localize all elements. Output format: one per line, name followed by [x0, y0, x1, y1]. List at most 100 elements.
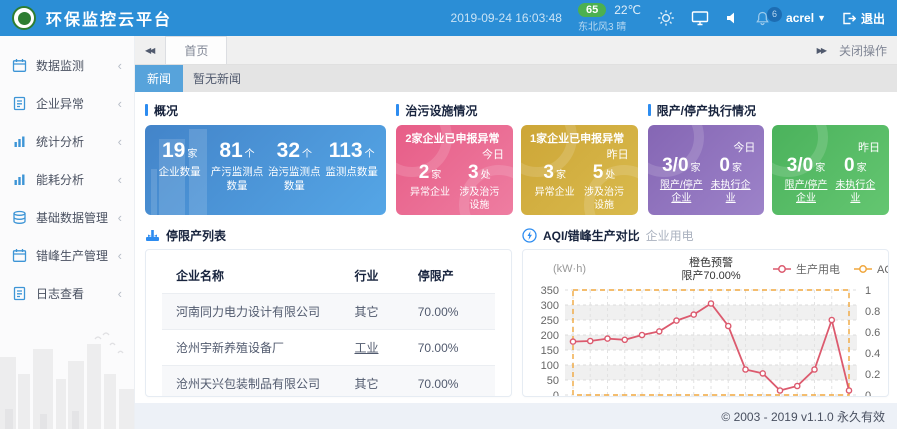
document-icon: [12, 96, 27, 111]
stat-enterprise-count: 19家 企业数量: [151, 139, 208, 180]
scroll-tabs-left-icon[interactable]: ◀◀: [145, 46, 153, 55]
table-row[interactable]: 沧州天兴包装制品有限公司 其它 70.00%: [162, 366, 495, 398]
chart-annotation: 橙色预警: [689, 255, 733, 269]
database-icon: [12, 210, 27, 225]
logout-icon: [842, 12, 856, 25]
chevron-left-icon: ‹: [118, 210, 122, 225]
monitor-icon[interactable]: [691, 10, 709, 26]
dashboard-content: 概况 19家 企业数量 81个 产污监测点数量: [135, 92, 897, 403]
chevron-left-icon: ‹: [118, 248, 122, 263]
chart-annotation: 限产70.00%: [681, 268, 741, 282]
wind-label: 东北风3 晴: [578, 18, 641, 33]
production-card-today: 今日 3/0家 限产/停产企业 0家 未执行企业: [648, 125, 765, 215]
y-axis-left-tick: 350: [541, 285, 559, 297]
chart-unit-label: (kW·h): [553, 263, 586, 275]
production-card-yesterday: 昨日 3/0家 限产/停产企业 0家 未执行企业: [772, 125, 889, 215]
chart-panel-title: AQI/错峰生产对比 企业用电: [522, 225, 889, 245]
production-section-title: 限产/停产执行情况: [648, 100, 889, 120]
stat-involved-facilities: 5处 涉及治污设施: [579, 163, 628, 212]
overview-card: 19家 企业数量 81个 产污监测点数量 32个 治污监测点数量: [145, 125, 386, 215]
bell-icon[interactable]: 6: [755, 11, 770, 26]
sidebar-item-data-monitoring[interactable]: 数据监测‹: [0, 46, 134, 84]
legend-label: 生产用电: [796, 262, 840, 276]
y-axis-right-tick: 0.2: [865, 369, 880, 381]
chevron-down-icon: ▼: [817, 13, 826, 23]
table-row[interactable]: 河南同力电力设计有限公司 其它 70.00%: [162, 294, 495, 330]
aqi-production-chart: (kW·h)35030025020015010050010.80.60.40.2…: [522, 249, 889, 397]
chevron-left-icon: ‹: [118, 96, 122, 111]
stat-pollution-points: 81个 产污监测点数量: [208, 139, 265, 193]
stat-involved-facilities: 3处 涉及治污设施: [455, 163, 504, 212]
lightning-circle-icon: [522, 228, 537, 243]
platform-logo-icon: [12, 6, 36, 30]
stat-abnormal-enterprises: 2家 异常企业: [405, 163, 454, 212]
col-industry: 行业: [348, 258, 411, 294]
sidebar-item-peak-production[interactable]: 错峰生产管理‹: [0, 236, 134, 274]
user-menu[interactable]: acrel▼: [786, 11, 826, 25]
y-axis-left-tick: 200: [541, 330, 559, 342]
aqi-badge: 65: [578, 3, 606, 17]
news-label: 新闻: [135, 65, 183, 92]
legend-label: AQI: [877, 264, 889, 276]
col-limit-pct: 停限产: [412, 258, 495, 294]
y-axis-left-tick: 250: [541, 315, 559, 327]
stat-abnormal-enterprises: 3家 异常企业: [530, 163, 579, 212]
sidebar-item-basic-data[interactable]: 基础数据管理‹: [0, 198, 134, 236]
y-axis-left-tick: 300: [541, 300, 559, 312]
calendar-icon: [12, 248, 27, 263]
facility-card-today: 2家企业已申报异常 今日 2家 异常企业 3处 涉及治污设施: [396, 125, 513, 215]
y-axis-left-tick: 100: [541, 360, 559, 372]
temperature-label: 22℃: [614, 3, 641, 17]
document-icon: [12, 286, 27, 301]
chevron-left-icon: ‹: [118, 58, 122, 73]
datetime-display: 2019-09-24 16:03:48: [451, 11, 562, 25]
y-axis-left-tick: 0: [553, 390, 559, 397]
factory-icon: [145, 228, 160, 243]
production-limit-table: 企业名称 行业 停限产 河南同力电力设计有限公司 其它: [145, 249, 512, 397]
news-message: 暂无新闻: [183, 65, 251, 92]
table-panel-title: 停限产列表: [145, 225, 512, 245]
stat-limited-enterprises: 3/0家 限产/停产企业: [657, 156, 706, 205]
close-operations-button[interactable]: 关闭操作: [839, 42, 887, 59]
city-skyline-watermark: [0, 319, 135, 429]
top-header: 环保监控云平台 2019-09-24 16:03:48 65 22℃ 东北风3 …: [0, 0, 897, 36]
footer: © 2003 - 2019 v1.1.0 永久有效: [135, 403, 897, 429]
y-axis-right-tick: 1: [865, 285, 871, 297]
calendar-icon: [12, 58, 27, 73]
table-row[interactable]: 沧州宇新养殖设备厂 工业 70.00%: [162, 330, 495, 366]
tab-bar: ◀◀ 首页 ▶▶ 关闭操作: [135, 36, 897, 65]
chevron-left-icon: ‹: [118, 286, 122, 301]
y-axis-right-tick: 0.4: [865, 348, 880, 360]
sidebar-item-enterprise-abnormal[interactable]: 企业异常‹: [0, 84, 134, 122]
stat-treatment-points: 32个 治污监测点数量: [266, 139, 323, 193]
sidebar: 数据监测‹ 企业异常‹ 统计分析‹ 能耗分析‹ 基础数据管理‹: [0, 36, 135, 429]
notification-count-badge[interactable]: 6: [767, 7, 782, 22]
app-title: 环保监控云平台: [46, 6, 172, 30]
stat-nonexecuting-enterprises: 0家 未执行企业: [831, 156, 880, 205]
overview-section-title: 概况: [145, 100, 386, 120]
scroll-tabs-right-icon[interactable]: ▶▶: [817, 46, 825, 55]
news-ticker: 新闻 暂无新闻: [135, 65, 897, 92]
line-chart-canvas: (kW·h)35030025020015010050010.80.60.40.2…: [523, 250, 889, 397]
logout-button[interactable]: 退出: [842, 10, 885, 27]
col-enterprise-name: 企业名称: [162, 258, 348, 294]
stat-limited-enterprises: 3/0家 限产/停产企业: [781, 156, 830, 205]
bar-chart-icon: [12, 172, 27, 187]
stat-nonexecuting-enterprises: 0家 未执行企业: [706, 156, 755, 205]
stat-monitor-points: 113个 监测点数量: [323, 139, 380, 180]
y-axis-right-tick: 0: [865, 390, 871, 397]
facility-card-yesterday: 1家企业已申报异常 昨日 3家 异常企业 5处 涉及治污设施: [521, 125, 638, 215]
sun-icon: [657, 9, 675, 27]
split-area-band: [565, 305, 857, 320]
copyright-text: © 2003 - 2019 v1.1.0 永久有效: [721, 408, 885, 425]
app-window: 环保监控云平台 2019-09-24 16:03:48 65 22℃ 东北风3 …: [0, 0, 897, 429]
tab-home[interactable]: 首页: [165, 36, 227, 64]
weather-widget: 65 22℃ 东北风3 晴: [578, 3, 641, 33]
sidebar-item-log-view[interactable]: 日志查看‹: [0, 274, 134, 312]
chevron-left-icon: ‹: [118, 172, 122, 187]
speaker-icon[interactable]: [725, 11, 739, 25]
sidebar-item-statistics[interactable]: 统计分析‹: [0, 122, 134, 160]
sidebar-item-energy-analysis[interactable]: 能耗分析‹: [0, 160, 134, 198]
y-axis-right-tick: 0.8: [865, 306, 880, 318]
facility-section-title: 治污设施情况: [396, 100, 637, 120]
